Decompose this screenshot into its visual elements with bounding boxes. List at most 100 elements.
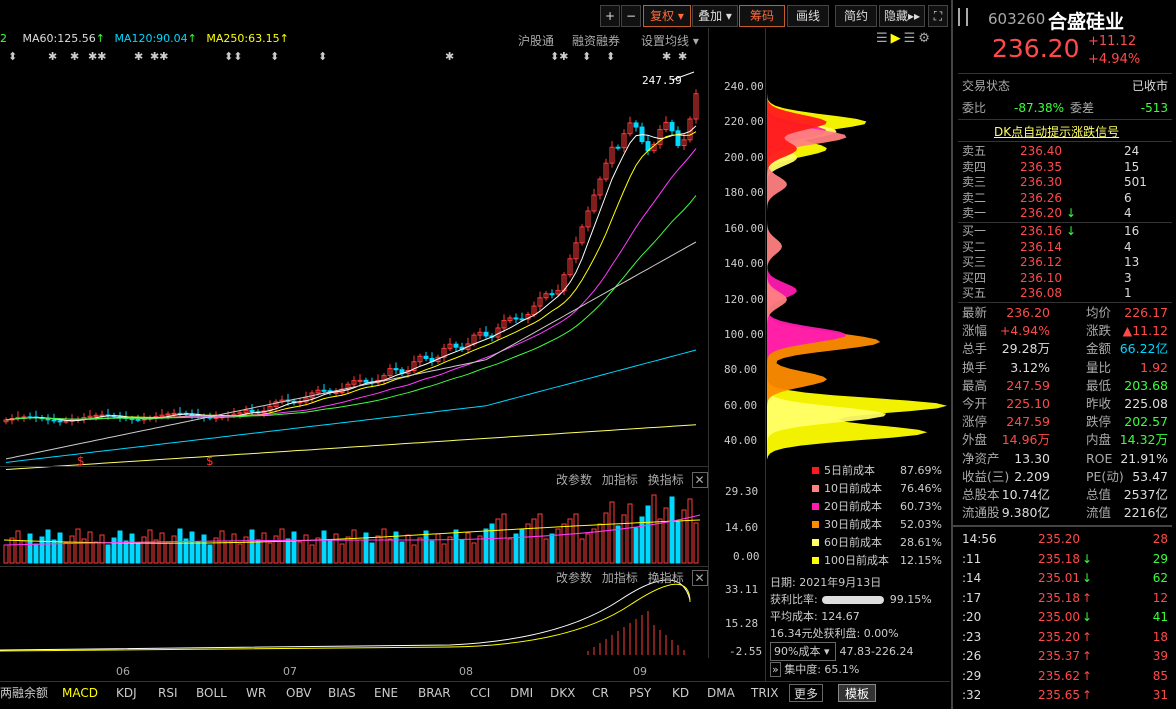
macd-axis-label: 15.28 [725,617,759,630]
stat-value: 2216亿 [1123,505,1168,521]
indicator-tab[interactable]: 更多 [789,684,824,702]
indicator-tab[interactable]: BRAR [418,684,451,702]
candle-body [453,343,459,348]
order-price: 236.12 [1020,255,1062,269]
indicator-tab[interactable]: DMI [510,684,533,702]
indicator-tab[interactable]: 模板 [838,684,877,702]
volume-bar [453,529,459,564]
stat-value: 1.92 [1140,359,1168,375]
price-change-pct: +4.94% [1088,52,1141,67]
macd-axis-label: 33.11 [725,583,759,596]
ma5-line [5,125,697,422]
volume-bar [369,542,375,564]
candle-body [549,293,555,296]
volume-bar [585,533,591,564]
volume-bar [147,529,153,564]
order-price: 236.26 [1020,190,1062,205]
indicator-tab[interactable]: KDJ [116,684,137,702]
legend-swatch [812,467,819,474]
divider [708,28,709,658]
stat-row: 最新 236.20 均价 226.17 [958,304,1172,322]
chip-legend-item: 10日前成本 76.46% [812,480,942,498]
stat-row: 总股本 10.74亿 总值 2537亿 [958,486,1172,504]
order-volume: 13 [1124,255,1140,269]
indicator-tab[interactable]: OBV [286,684,312,702]
vol-axis-label: 0.00 [733,550,760,563]
macd-gcs-link[interactable]: 改参数 [556,571,592,585]
status-value: 已收市 [1131,79,1168,93]
dk-signal-link[interactable]: DK点自动提示涨跌信号 [994,123,1119,140]
macd-jzb-link[interactable]: 加指标 [602,571,638,585]
volume-bar [543,538,549,564]
indicator-tab[interactable]: BOLL [196,684,227,702]
volume-bar [261,532,267,564]
volume-bar [387,538,393,564]
volume-bar [87,531,93,564]
vol-hzb-link[interactable]: 换指标 [648,473,684,487]
divider [958,119,1172,120]
stat-row: 涨幅 +4.94% 涨跌 ▲11.12 [958,322,1172,340]
expand-icon[interactable]: » [770,662,781,677]
vol-jzb-link[interactable]: 加指标 [602,473,638,487]
indicator-tab[interactable]: WR [246,684,266,702]
indicator-tab[interactable]: DKX [550,684,575,702]
indicator-tab[interactable]: KD [672,684,689,702]
volume-bar [309,544,315,564]
stat-label: 量比 [1086,359,1112,375]
candle-body [393,368,399,371]
tick-row: :23 235.20 ↑ 18 [958,628,1172,646]
order-level-label: 买五 [962,286,987,300]
indicator-tab[interactable]: PSY [629,684,651,702]
volume-bar [291,531,297,564]
divider [765,28,766,682]
order-row: 卖五 236.40 24 [958,144,1172,159]
volume-bar [189,531,195,564]
divider [0,681,950,682]
close-icon[interactable]: ✕ [691,472,708,488]
vol-gcs-link[interactable]: 改参数 [556,473,592,487]
stat-value: 3.12% [1010,359,1050,375]
volume-bar [177,528,183,564]
order-row: 卖三 236.30 501 [958,175,1172,190]
indicator-tab[interactable]: BIAS [328,684,356,702]
close-icon[interactable]: ✕ [691,570,708,586]
volume-bar [603,512,609,564]
order-volume: 16 [1124,224,1140,238]
chip-legend-item: 20日前成本 60.73% [812,498,942,516]
stat-label: 流通股 [962,505,1000,521]
macd-hzb-link[interactable]: 换指标 [648,571,684,585]
stat-value: 66.22亿 [1119,341,1168,357]
candle-body [333,391,339,394]
indicator-tab[interactable]: RSI [158,684,178,702]
order-volume: 501 [1124,175,1147,189]
indicator-tab[interactable]: CR [592,684,609,702]
order-volume: 24 [1124,144,1140,158]
menu-icon[interactable] [958,8,968,26]
stat-value: 247.59 [1006,377,1050,393]
stat-value: 225.10 [1006,396,1050,411]
indicator-tab[interactable]: MACD [62,684,98,702]
stat-label: 涨跌 [1086,323,1112,339]
stat-label: 总值 [1086,487,1112,502]
volume-bar [207,544,213,564]
legend-value: 12.15% [900,554,942,567]
indicator-tab[interactable]: DMA [707,684,735,702]
order-volume: 4 [1124,206,1132,220]
candle-body [129,418,135,421]
volume-bar [465,532,471,564]
indicator-tab[interactable]: TRIX [751,684,778,702]
volume-bar [441,543,447,564]
chip-cost-select[interactable]: 90%成本 ▾ [770,642,836,661]
indicator-tab[interactable]: ENE [374,684,398,702]
legend-label: 5日前成本 [824,464,875,477]
month-label: 09 [633,665,647,678]
volume-bar [9,537,15,564]
candle-body [93,414,99,417]
indicator-tab[interactable]: CCI [470,684,490,702]
up-arrow-icon: ↑ [1082,629,1093,644]
indicator-tab[interactable]: 两融余额 [0,684,48,702]
stock-code: 603260 [988,10,1046,28]
order-volume: 1 [1124,286,1132,300]
order-price: 236.08 [1020,286,1062,300]
price-axis-label: 140.00 [724,257,764,271]
